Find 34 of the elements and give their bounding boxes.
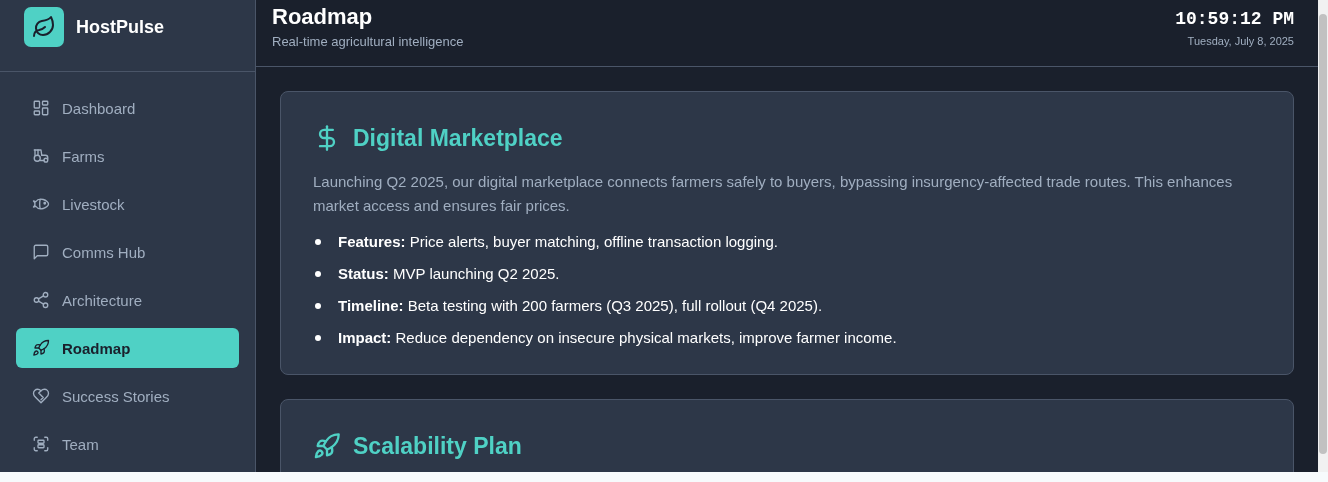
point-text: Timeline: Beta testing with 200 farmers (Q3 2025), full rollout (Q4 2025). [338, 296, 823, 316]
nav-item[interactable]: Farms [16, 136, 239, 176]
rocket-icon [313, 432, 341, 460]
clock-date: Tuesday, July 8, 2025 [1186, 35, 1294, 47]
nav-item[interactable]: Comms Hub [16, 232, 239, 272]
page-title: Roadmap [272, 4, 374, 30]
nav-item[interactable]: Dashboard [16, 88, 239, 128]
nav-item[interactable]: Architecture [16, 280, 239, 320]
rocket-icon [32, 339, 50, 357]
card-description: Launching Q2 2025, our digital marketplace connects farmers safely to buyers, bypassing insurgency-affected trade routes. This enhances market access and ensures fair prices. [313, 172, 1234, 216]
nav-item[interactable]: Livestock [16, 184, 239, 224]
share-icon [32, 291, 50, 309]
card-title: Digital Marketplace [353, 124, 563, 152]
point-text: Impact: Reduce dependency on insecure physical markets, improve farmer income. [338, 328, 897, 348]
leaf-logo-icon [24, 7, 64, 47]
bullet-icon [315, 335, 321, 341]
nav-item[interactable]: Team [16, 424, 239, 464]
tractor-icon [32, 147, 50, 165]
chat-bubble-icon [32, 243, 50, 261]
page-subtitle: Real-time agricultural intelligence [272, 34, 464, 49]
bullet-icon [315, 271, 321, 277]
card-title: Scalability Plan [353, 432, 522, 460]
point-text: Status: MVP launching Q2 2025. [338, 264, 560, 284]
grid-icon [32, 99, 50, 117]
brand-name: HostPulse [76, 16, 165, 39]
nav-item[interactable]: Success Stories [16, 376, 239, 416]
scrollbar[interactable] [1318, 0, 1328, 472]
scan-icon [32, 435, 50, 453]
bullet-icon [315, 239, 321, 245]
point-text: Features: Price alerts, buyer matching, offline transaction logging. [338, 232, 778, 252]
bullet-icon [315, 303, 321, 309]
nav-item[interactable]: Roadmap [16, 328, 239, 368]
clock-time: 10:59:12 PM [1175, 9, 1294, 29]
heart-icon [32, 387, 50, 405]
